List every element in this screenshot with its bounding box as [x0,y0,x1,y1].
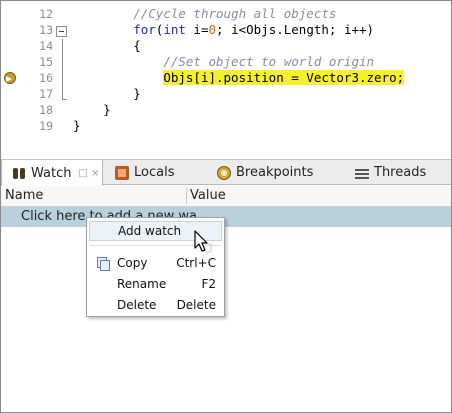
line-number: 13 [39,23,53,37]
column-header-name[interactable]: Name [5,186,43,206]
menu-item-label: Delete [117,298,157,312]
fold-toggle-icon[interactable] [56,26,67,37]
code-editor[interactable]: 12 //Cycle through all objects 13 for(int… [1,1,451,159]
code-line[interactable]: 18 } [1,102,451,118]
tab-breakpoints-label: Breakpoints [236,165,314,180]
code-text: { [73,38,141,53]
tab-threads-label: Threads [374,165,427,180]
code-text: } [73,118,81,133]
menu-item-shortcut: Delete [176,298,216,312]
column-header-value[interactable]: Value [190,186,226,206]
debug-tabbar: Watch □ × Locals Breakpoints Threads [1,159,451,186]
add-watch-row[interactable]: Click here to add a new wa [1,207,451,227]
code-line[interactable]: 17 } [1,86,451,102]
line-number: 17 [39,87,53,101]
line-number: 19 [39,119,53,133]
mouse-cursor-icon [194,230,212,253]
menu-item-label: Add watch [118,224,182,238]
binoculars-icon [12,166,26,180]
code-line[interactable]: 15 //Set object to world origin [1,54,451,70]
line-number: 15 [39,55,53,69]
code-text: //Cycle through all objects [133,6,337,21]
breakpoint-arrow-icon[interactable] [4,72,16,84]
menu-item-label: Rename [117,277,167,291]
code-line[interactable]: 12 //Cycle through all objects [1,6,451,22]
code-line[interactable]: 19} [1,118,451,134]
code-text: } [73,86,141,101]
watch-grid-header: Name Value [1,186,451,207]
code-line[interactable]: 14 { [1,38,451,54]
code-line[interactable]: 16 Objs[i].position = Vector3.zero; [1,70,451,86]
tab-watch[interactable]: Watch □ × [1,160,103,186]
tab-watch-label: Watch [31,165,72,181]
line-number: 12 [39,7,53,21]
menu-item-label: Copy [117,256,148,270]
breakpoints-icon [217,165,231,180]
code-text: for(int i=0; i<Objs.Length; i++) [133,22,375,37]
code-line[interactable]: 13 for(int i=0; i<Objs.Length; i++) [1,22,451,38]
menu-item-delete[interactable]: Delete Delete [89,295,222,315]
menu-item-shortcut: F2 [201,277,216,291]
code-text: Objs[i].position = Vector3.zero; [73,70,405,86]
copy-icon [97,257,110,271]
tab-close-icon[interactable]: □ × [78,161,99,186]
locals-icon [115,165,129,180]
menu-item-copy[interactable]: Copy Ctrl+C [89,253,222,273]
line-number: 14 [39,39,53,53]
tab-breakpoints[interactable]: Breakpoints [217,160,313,185]
menu-item-rename[interactable]: Rename F2 [89,274,222,294]
column-divider[interactable] [186,188,187,204]
current-statement-highlight: Objs[i].position = Vector3.zero; [163,70,405,85]
tab-locals-label: Locals [134,165,175,180]
code-text: } [73,102,111,117]
line-number: 18 [39,103,53,117]
tab-locals[interactable]: Locals [115,160,174,185]
menu-item-shortcut: Ctrl+C [176,256,216,270]
code-text: //Set object to world origin [163,54,375,69]
debugger-window: 12 //Cycle through all objects 13 for(int… [0,0,452,413]
tab-threads[interactable]: Threads [355,160,426,185]
threads-icon [355,166,369,180]
